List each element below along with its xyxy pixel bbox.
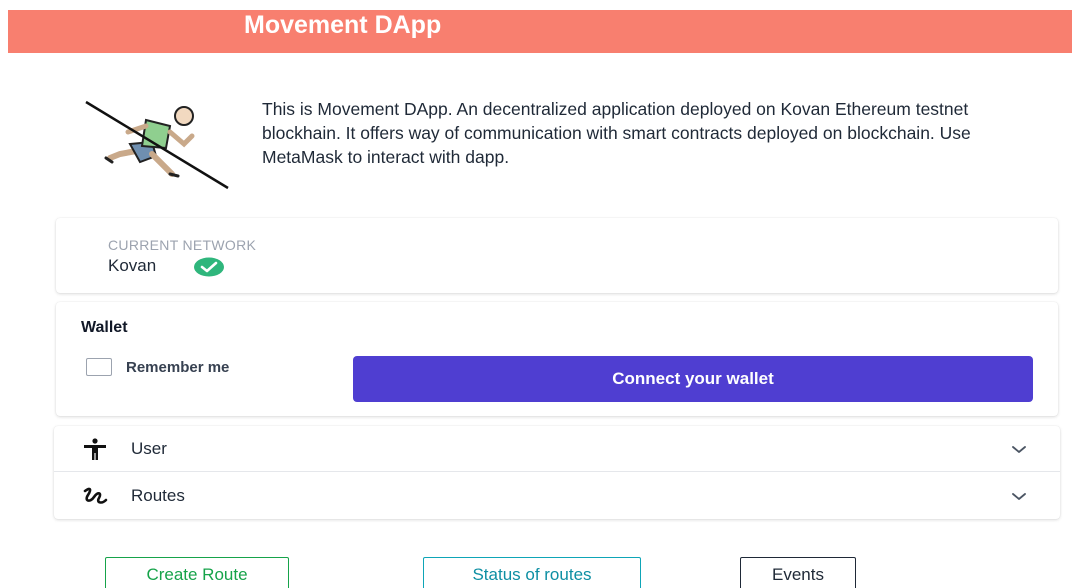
remember-me-checkbox[interactable] [86, 358, 112, 376]
create-route-button[interactable]: Create Route [105, 557, 289, 588]
person-icon [84, 437, 106, 460]
remember-me-label: Remember me [126, 358, 230, 376]
network-label: CURRENT NETWORK [108, 237, 257, 253]
remember-me-option[interactable]: Remember me [86, 358, 229, 376]
check-circle-icon [194, 257, 224, 277]
accordion-item-routes[interactable]: Routes [54, 473, 1060, 519]
accordion-label-routes: Routes [131, 486, 185, 505]
accordion-label-user: User [131, 438, 167, 458]
network-name: Kovan [108, 256, 157, 275]
chevron-down-icon [1012, 493, 1026, 500]
wallet-title: Wallet [81, 319, 128, 336]
status-of-routes-button[interactable]: Status of routes [423, 557, 641, 588]
page: Movement DApp This is Movement DApp. An … [0, 0, 1072, 588]
accordion: User Routes [54, 426, 1060, 519]
accordion-item-user[interactable]: User [54, 426, 1060, 472]
events-button[interactable]: Events [740, 557, 856, 588]
intro-description: This is Movement DApp. An decentralized … [262, 99, 971, 167]
route-icon [83, 487, 108, 504]
running-person-crossed-icon [85, 100, 229, 190]
connect-wallet-button[interactable]: Connect your wallet [353, 356, 1033, 402]
chevron-down-icon [1012, 445, 1026, 453]
wallet-card: Wallet Remember me Connect your wallet [56, 302, 1058, 416]
app-title: Movement DApp [244, 11, 442, 39]
app-header: Movement DApp [8, 10, 1072, 53]
network-card: CURRENT NETWORK Kovan [56, 218, 1058, 293]
